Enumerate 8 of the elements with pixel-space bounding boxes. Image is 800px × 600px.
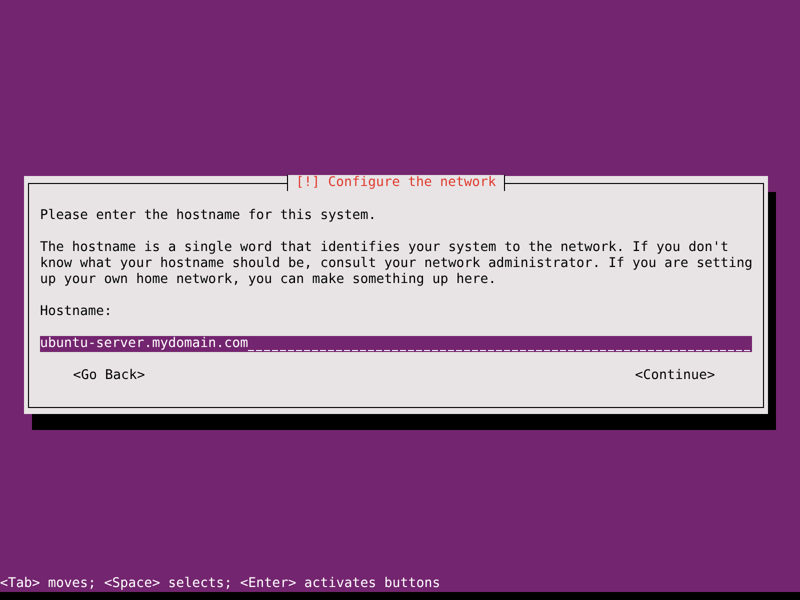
field-label: Hostname:: [40, 304, 112, 320]
dialog-button[interactable]: <Continue>: [634, 368, 715, 384]
dialog-title: [!] Configure the network: [286, 175, 506, 191]
dialog-button[interactable]: <Go Back>: [73, 368, 146, 384]
hostname-field[interactable]: ubuntu-server.mydomain.com: [40, 336, 752, 352]
dialog-text: Please enter the hostname for this system.: [40, 208, 378, 224]
status-bar-text: <Tab> moves; <Space> selects; <Enter> activates buttons: [0, 576, 440, 592]
dialog-text: The hostname is a single word that identifies your system to the network. If you don't know what your hostname should be, consult your network administrator. If you are setting up your own home network, you can make something up here.: [40, 240, 754, 288]
